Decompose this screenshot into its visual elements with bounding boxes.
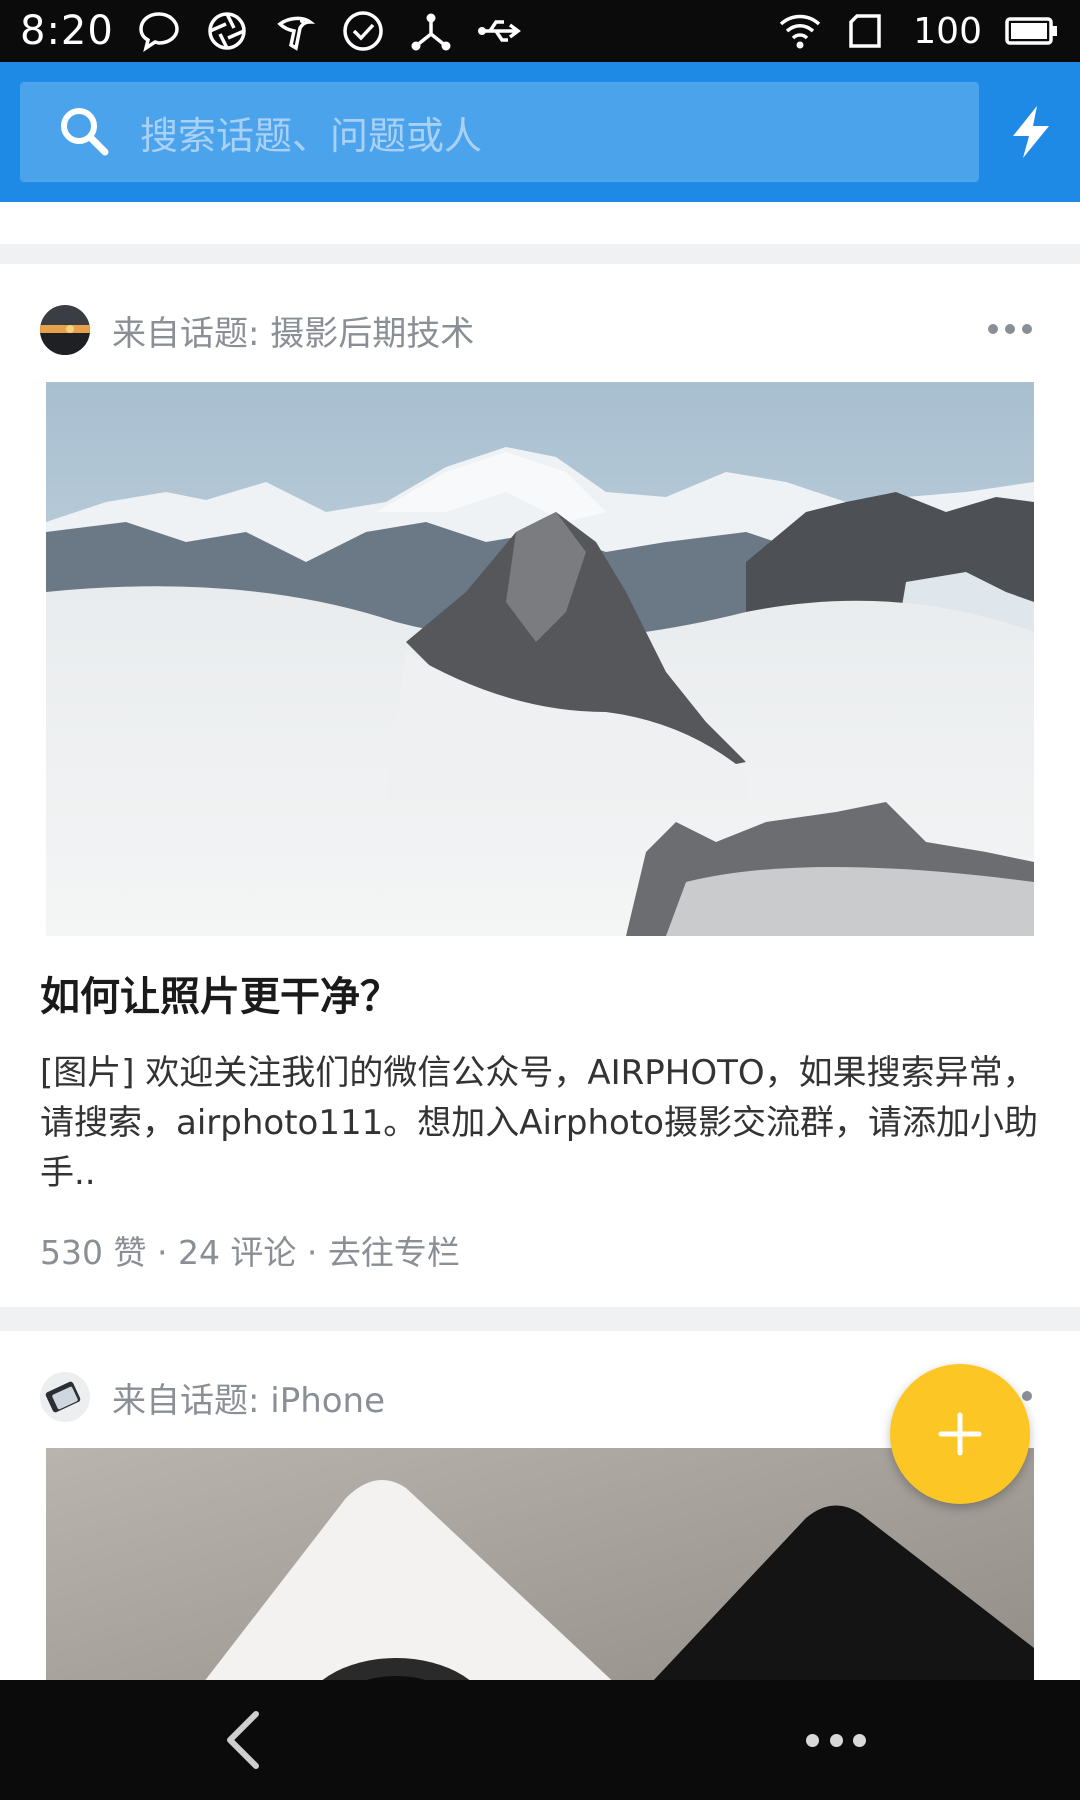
post-meta[interactable]: 530 赞 · 24 评论 · 去往专栏 <box>40 1226 460 1274</box>
card-header[interactable]: 来自话题: 摄影后期技术 <box>40 304 474 356</box>
post-excerpt[interactable]: [图片] 欢迎关注我们的微信公众号，AIRPHOTO，如果搜索异常，请搜索，ai… <box>40 1048 1040 1198</box>
more-dot <box>1022 324 1032 334</box>
post-image[interactable] <box>46 382 1034 936</box>
compose-fab[interactable] <box>890 1364 1030 1504</box>
screen: 8:20 100 搜索话题、问题或人 来自话题: 摄影后期技术 如何让照片更干净… <box>0 0 1080 1800</box>
topic-label[interactable]: 来自话题: 摄影后期技术 <box>112 306 474 355</box>
status-bar: 8:20 100 <box>0 0 1080 62</box>
search-placeholder: 搜索话题、问题或人 <box>140 113 483 158</box>
wifi-icon <box>777 8 823 54</box>
plus-icon <box>938 1412 982 1456</box>
more-dot <box>988 324 998 334</box>
topic-avatar[interactable] <box>40 305 90 355</box>
app-bar: 搜索话题、问题或人 <box>0 62 1080 202</box>
topic-avatar[interactable] <box>40 1372 90 1422</box>
lightning-bolt-icon[interactable] <box>1005 104 1057 160</box>
sim-card-icon <box>845 8 891 54</box>
nav-more-icon[interactable] <box>806 1730 866 1750</box>
battery-icon <box>1004 8 1060 54</box>
post-title[interactable]: 如何让照片更干净？ <box>40 964 400 1022</box>
status-right: 100 <box>777 8 1060 54</box>
more-dot <box>1005 324 1015 334</box>
back-arrow-icon[interactable] <box>220 1710 270 1770</box>
search-icon <box>61 108 109 156</box>
chat-bubble-icon <box>136 8 182 54</box>
navigation-bar <box>0 1680 1080 1800</box>
share-node-icon <box>408 8 454 54</box>
more-options-icon[interactable] <box>988 314 1032 344</box>
aperture-icon <box>204 8 250 54</box>
status-left: 8:20 <box>20 8 522 54</box>
feed-top-strip <box>0 202 1080 244</box>
feed-card[interactable]: 来自话题: 摄影后期技术 如何让照片更干净？ [图片] 欢迎关注我们的微信公众号… <box>0 264 1080 1307</box>
usb-icon <box>476 8 522 54</box>
more-dot <box>1022 1391 1032 1401</box>
battery-level: 100 <box>913 10 982 52</box>
check-circle-icon <box>340 8 386 54</box>
search-input[interactable]: 搜索话题、问题或人 <box>20 82 979 182</box>
nav-dot <box>853 1733 866 1747</box>
bird-icon <box>272 8 318 54</box>
topic-label[interactable]: 来自话题: iPhone <box>112 1373 385 1422</box>
status-time: 8:20 <box>20 8 114 54</box>
nav-dot <box>829 1733 843 1747</box>
card-header[interactable]: 来自话题: iPhone <box>40 1371 385 1423</box>
nav-dot <box>806 1733 819 1747</box>
